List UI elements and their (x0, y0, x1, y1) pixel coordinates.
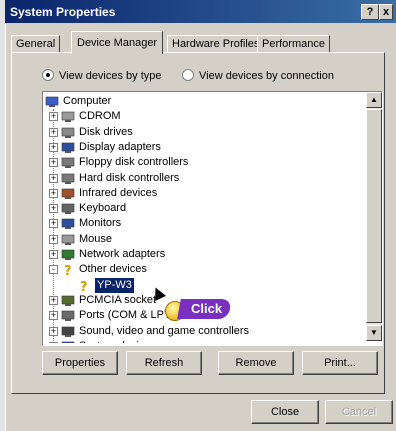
tree-item-infrared-devices[interactable]: + Infrared devices (45, 186, 363, 201)
expand-icon[interactable]: + (49, 219, 58, 229)
tree-item-label: Ports (COM & LPT) (79, 309, 175, 322)
tree-item-floppy-disk-controllers[interactable]: + Floppy disk controllers (45, 155, 363, 170)
question-mark-icon: ? (61, 263, 75, 279)
tree-item-monitors[interactable]: + Monitors (45, 216, 363, 231)
tree-item-keyboard[interactable]: + Keyboard (45, 201, 363, 216)
close-button[interactable]: Close (251, 400, 319, 424)
tree-item-label: Computer (63, 95, 112, 107)
help-button[interactable]: ? (361, 4, 379, 20)
tree-item-system-devices[interactable]: + System devices (45, 339, 363, 343)
device-manager-panel: View devices by type View devices by con… (11, 52, 385, 394)
tree-item-computer[interactable]: Computer (45, 94, 363, 109)
tab-performance[interactable]: Performance (257, 35, 330, 53)
radio-label: View devices by connection (199, 70, 334, 82)
remove-button[interactable]: Remove (218, 351, 294, 375)
expand-icon[interactable]: + (49, 250, 58, 259)
hard-disk-controller-icon (61, 172, 75, 185)
tree-item-label: Hard disk controllers (79, 171, 180, 184)
tree-item-network-adapters[interactable]: + Network adapters (45, 247, 363, 262)
radio-label: View devices by type (59, 70, 162, 82)
tree-item-label: PCMCIA socket (79, 293, 157, 306)
expand-icon[interactable]: + (49, 173, 58, 183)
tree-item-label: Keyboard (79, 202, 127, 215)
tree-item-label: Other devices (79, 263, 147, 276)
tree-item-label: Infrared devices (79, 186, 158, 199)
radio-view-by-type[interactable]: View devices by type (42, 69, 162, 82)
sound-icon (61, 325, 75, 338)
computer-icon (45, 95, 59, 108)
tree-item-label: Floppy disk controllers (79, 156, 189, 169)
tree-item-label: System devices (79, 339, 156, 343)
expand-icon[interactable]: + (49, 204, 58, 214)
tree-item-label: Network adapters (79, 248, 166, 260)
tree-item-label: Monitors (79, 217, 122, 230)
tab-general[interactable]: General (11, 35, 61, 53)
network-adapter-icon (61, 248, 75, 261)
scroll-down-button[interactable]: ▼ (366, 325, 382, 341)
tree-item-label: Mouse (79, 232, 113, 245)
monitor-icon (61, 217, 75, 230)
expand-icon[interactable]: + (49, 326, 58, 336)
expand-icon[interactable]: + (49, 341, 58, 343)
close-window-button[interactable]: x (379, 4, 393, 20)
tree-item-label: YP-W3 (95, 277, 134, 293)
expand-icon[interactable]: + (49, 112, 58, 122)
tree-item-sound-video-and-game-controllers[interactable]: + Sound, video and game controllers (45, 324, 363, 339)
cdrom-icon (61, 110, 75, 123)
svg-text:?: ? (80, 280, 88, 292)
infrared-icon (61, 187, 75, 200)
svg-text:?: ? (64, 264, 72, 276)
screenshot: System Properties ? x General Device Man… (0, 0, 396, 431)
expand-icon[interactable]: + (49, 127, 58, 137)
click-annotation: Click (165, 299, 233, 321)
window-title: System Properties (10, 5, 116, 19)
tree-item-disk-drives[interactable]: + Disk drives (45, 125, 363, 140)
tree-item-mouse[interactable]: + Mouse (45, 232, 363, 247)
tree-item-label: Disk drives (79, 125, 133, 138)
click-label: Click (177, 299, 232, 319)
system-properties-window: System Properties ? x General Device Man… (5, 0, 396, 431)
tree-item-label: CDROM (79, 110, 121, 123)
properties-button[interactable]: Properties (42, 351, 118, 375)
cancel-button[interactable]: Cancel (325, 400, 393, 424)
tree-item-display-adapters[interactable]: + Display adapters (45, 140, 363, 155)
expand-icon[interactable]: + (49, 158, 58, 168)
title-bar: System Properties ? x (5, 0, 396, 23)
tab-hardware-profiles[interactable]: Hardware Profiles (167, 35, 265, 53)
display-adapter-icon (61, 141, 75, 154)
scroll-up-button[interactable]: ▲ (366, 92, 382, 108)
expand-icon[interactable]: + (49, 142, 58, 152)
pcmcia-icon (61, 294, 75, 307)
port-icon (61, 309, 75, 322)
tree-item-label: Display adapters (79, 140, 161, 153)
tree-item-other-devices[interactable]: -? Other devices (45, 262, 363, 279)
scroll-thumb[interactable] (366, 109, 382, 323)
expand-icon[interactable]: + (49, 311, 58, 321)
tab-device-manager[interactable]: Device Manager (71, 31, 164, 54)
expand-icon[interactable]: + (49, 295, 58, 305)
tree-scrollbar[interactable]: ▲ ▼ (366, 92, 382, 341)
disk-drive-icon (61, 126, 75, 139)
click-text: Click (191, 301, 223, 316)
tree-item-label: Sound, video and game controllers (79, 324, 249, 337)
tree-item-yp-w3[interactable]: ? YP-W3 (45, 277, 363, 295)
radio-dot-selected (42, 69, 54, 81)
expand-icon[interactable]: + (49, 188, 58, 198)
mouse-icon (61, 233, 75, 246)
keyboard-icon (61, 202, 75, 215)
refresh-button[interactable]: Refresh (126, 351, 202, 375)
floppy-controller-icon (61, 156, 75, 169)
tree-item-cdrom[interactable]: + CDROM (45, 109, 363, 124)
system-devices-icon (61, 340, 75, 343)
print-button[interactable]: Print... (302, 351, 378, 375)
radio-dot (182, 69, 194, 81)
unknown-device-icon: ? (77, 279, 91, 295)
tree-item-hard-disk-controllers[interactable]: + Hard disk controllers (45, 171, 363, 186)
expand-icon[interactable]: + (49, 234, 58, 244)
radio-view-by-connection[interactable]: View devices by connection (182, 69, 334, 82)
collapse-icon[interactable]: - (49, 265, 58, 275)
